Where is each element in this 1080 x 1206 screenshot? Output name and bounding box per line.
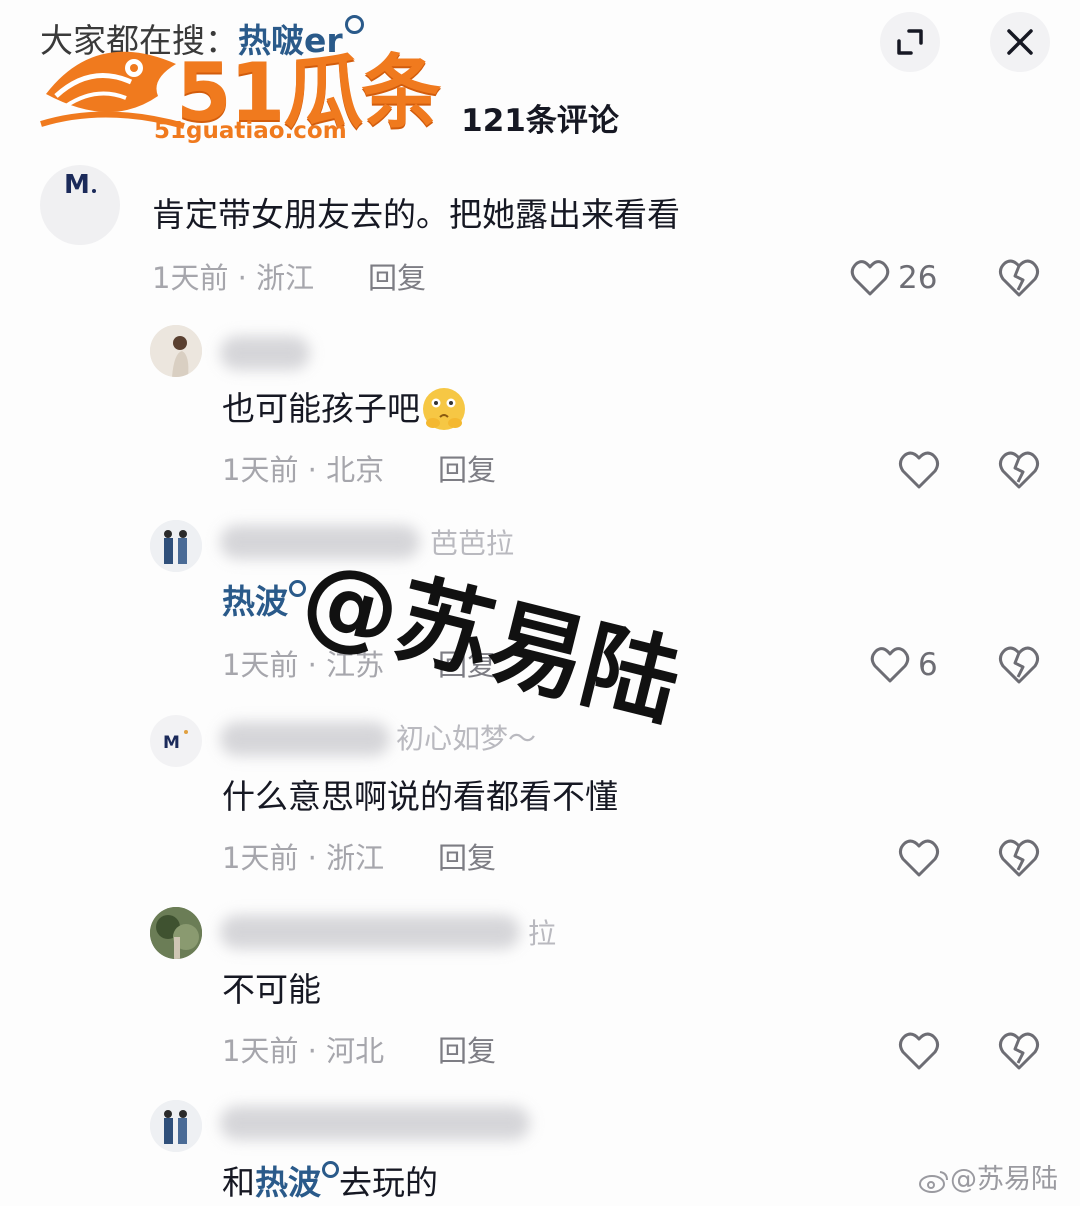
- reply-meta: 1天前 · 北京: [222, 453, 385, 487]
- avatar[interactable]: [150, 1100, 202, 1152]
- reply-text: 不可能: [222, 970, 321, 1009]
- username-suffix: 拉: [528, 917, 557, 950]
- username-redacted: [220, 722, 390, 756]
- heart-icon[interactable]: [897, 1029, 941, 1073]
- username-suffix: 初心如梦～: [396, 722, 537, 755]
- reply-text: 也可能孩子吧: [222, 386, 468, 435]
- reply-button[interactable]: 回复: [368, 258, 426, 298]
- reply-text: 和热波 去玩的: [222, 1160, 438, 1206]
- reply-text-content: 也可能孩子吧: [222, 389, 420, 428]
- hashtag-keyword[interactable]: 热波: [255, 1163, 321, 1202]
- comment-text: 肯定带女朋友去的。把她露出来看看: [152, 195, 680, 234]
- avatar-photo: [150, 520, 202, 572]
- search-icon: [322, 1161, 339, 1178]
- like-button[interactable]: 6: [870, 643, 938, 687]
- heart-icon: [850, 260, 890, 296]
- expand-button[interactable]: [880, 12, 940, 72]
- username-redacted: [220, 915, 520, 949]
- avatar[interactable]: [150, 325, 202, 377]
- weibo-icon: [919, 1170, 948, 1193]
- broken-heart-icon[interactable]: [997, 448, 1041, 492]
- reply-button[interactable]: 回复: [438, 1031, 496, 1071]
- avatar[interactable]: [150, 907, 202, 959]
- username-redacted: [220, 336, 310, 370]
- avatar-photo: [150, 325, 202, 377]
- like-count: 6: [918, 647, 938, 683]
- reply-button[interactable]: 回复: [438, 450, 496, 490]
- reply-item: M 初心如梦～ 什么意思啊说的看都看不懂 1天前 · 浙江 回复: [0, 710, 1080, 880]
- expand-icon: [897, 29, 923, 55]
- comment-sheet: 大家都在搜：热啵er 51瓜条 51guatiao.com 121条评论 M 肯…: [0, 0, 1080, 1206]
- avatar-m-logo: M: [64, 170, 96, 200]
- reply-meta: 1天前 · 浙江: [222, 841, 385, 875]
- broken-heart-icon[interactable]: [997, 643, 1041, 687]
- reply-text: 什么意思啊说的看都看不懂: [222, 777, 618, 816]
- heart-icon: [870, 647, 910, 683]
- like-count: 26: [898, 260, 938, 296]
- comment-count-title: 121条评论: [461, 103, 619, 139]
- reply-button[interactable]: 回复: [438, 838, 496, 878]
- reply-text: 热波: [222, 579, 306, 625]
- heart-icon[interactable]: [897, 836, 941, 880]
- comment-meta: 1天前 · 浙江: [152, 261, 315, 295]
- reply-text-after: 去玩的: [339, 1163, 438, 1202]
- reply-item: 也可能孩子吧 1天前 · 北京 回复: [0, 320, 1080, 490]
- broken-heart-icon[interactable]: [997, 256, 1041, 300]
- weibo-watermark: @苏易陆: [918, 1162, 1058, 1198]
- heart-icon[interactable]: [897, 448, 941, 492]
- close-button[interactable]: [990, 12, 1050, 72]
- username-suffix: 芭芭拉: [430, 527, 515, 560]
- reply-text-before: 和: [222, 1163, 255, 1202]
- broken-heart-icon[interactable]: [997, 1029, 1041, 1073]
- avatar-photo: [150, 1100, 202, 1152]
- svg-text:M: M: [64, 170, 90, 200]
- avatar[interactable]: [150, 520, 202, 572]
- close-icon: [1007, 29, 1033, 55]
- weibo-handle: @苏易陆: [950, 1164, 1058, 1195]
- avatar-photo: [150, 907, 202, 959]
- comment-item: M 肯定带女朋友去的。把她露出来看看 1天前 · 浙江 回复 26: [0, 165, 1080, 310]
- thinking-emoji-icon: [423, 387, 465, 430]
- hashtag-keyword[interactable]: 热波: [222, 582, 288, 621]
- reply-meta: 1天前 · 河北: [222, 1034, 385, 1068]
- avatar-m-logo: M: [163, 730, 188, 753]
- username-redacted: [220, 1106, 530, 1140]
- avatar[interactable]: M: [40, 165, 120, 245]
- reply-item: 拉 不可能 1天前 · 河北 回复: [0, 905, 1080, 1075]
- broken-heart-icon[interactable]: [997, 836, 1041, 880]
- avatar[interactable]: M: [150, 715, 202, 767]
- svg-text:M: M: [163, 733, 180, 753]
- like-button[interactable]: 26: [850, 256, 937, 300]
